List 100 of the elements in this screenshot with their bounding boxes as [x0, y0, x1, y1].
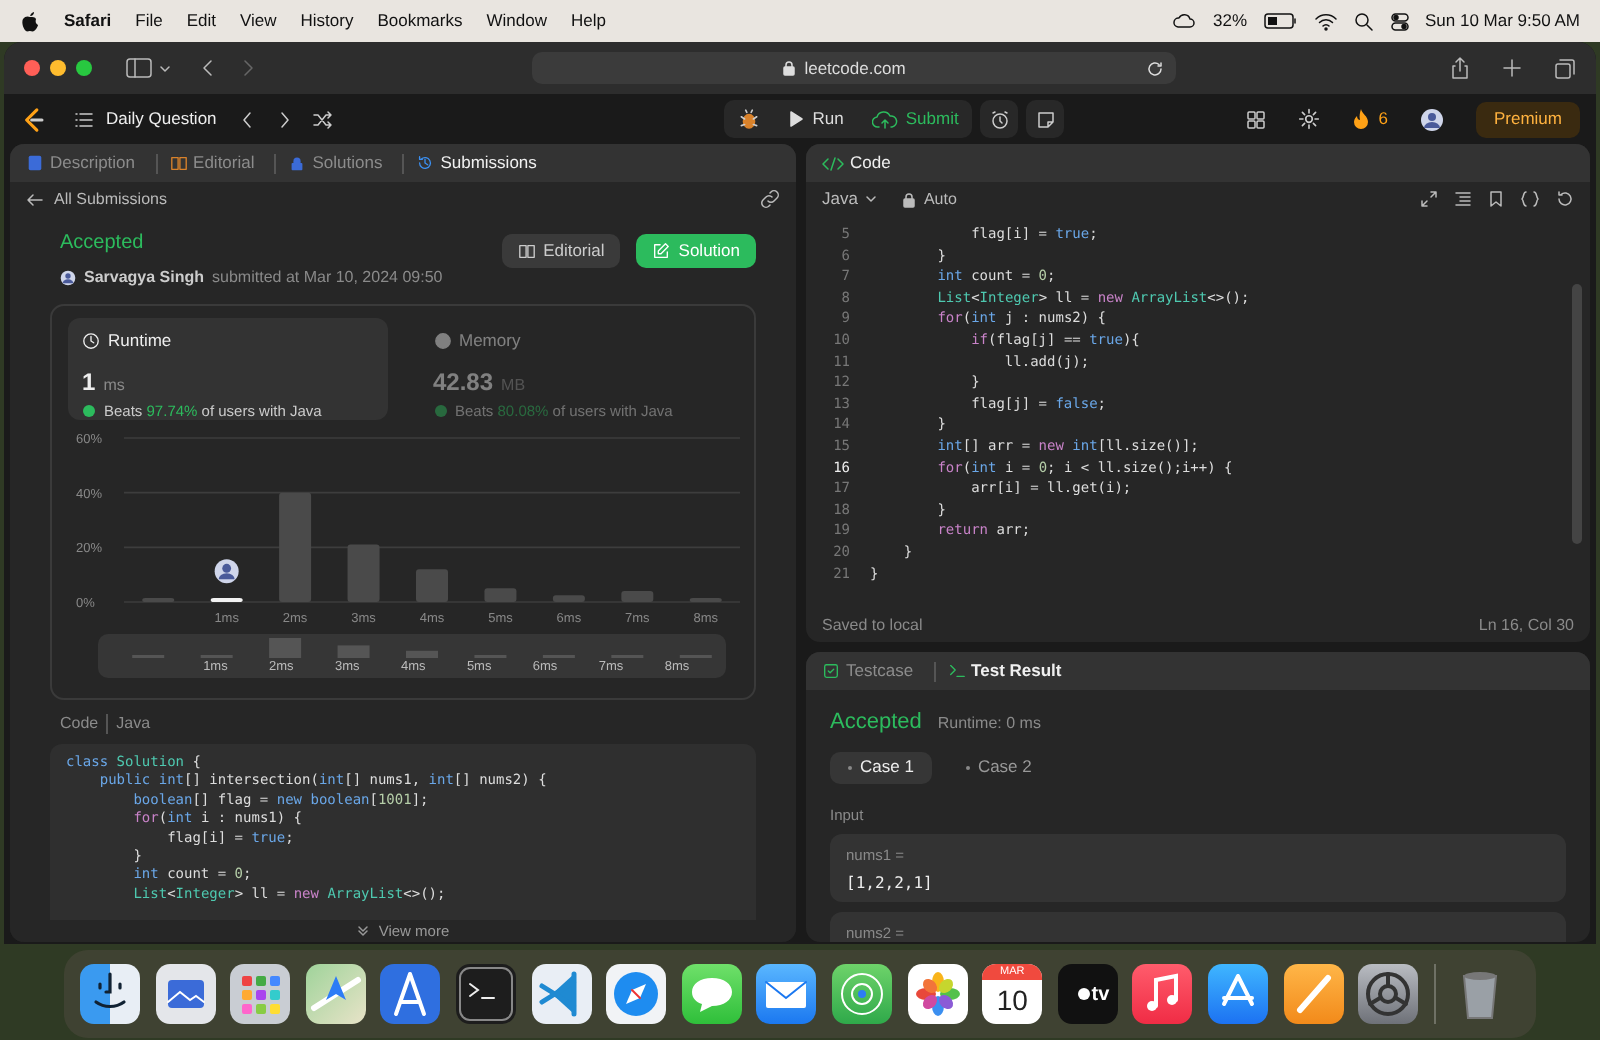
- minimize-window-button[interactable]: [50, 60, 66, 76]
- case-tab[interactable]: Case 2: [947, 751, 1050, 783]
- terminal-app-icon[interactable]: [455, 964, 516, 1024]
- previous-icon[interactable]: [240, 109, 255, 129]
- search-icon[interactable]: [1353, 11, 1373, 31]
- case-tab[interactable]: Case 1: [830, 751, 932, 783]
- shuffle-icon[interactable]: [312, 109, 335, 129]
- problem-list-link[interactable]: Daily Question: [106, 106, 217, 132]
- compass-app-icon[interactable]: [606, 964, 667, 1024]
- runtime-text: Runtime: 0 ms: [937, 712, 1041, 736]
- menu-item[interactable]: Help: [570, 8, 606, 34]
- scrollbar[interactable]: [1572, 284, 1582, 544]
- next-icon[interactable]: [278, 109, 293, 129]
- notes-button[interactable]: [1026, 100, 1065, 138]
- badge-icon: [82, 403, 96, 418]
- url-text: leetcode.com: [804, 55, 906, 81]
- avatar-icon: [60, 270, 76, 286]
- tabs-icon[interactable]: [1554, 57, 1576, 79]
- tv-app-icon[interactable]: tv: [1057, 964, 1118, 1024]
- tab[interactable]: Solutions: [288, 150, 391, 176]
- tab[interactable]: Submissions: [416, 150, 545, 176]
- reload-icon[interactable]: [1145, 59, 1163, 77]
- note-icon: [1035, 109, 1056, 129]
- submit-button[interactable]: Submit: [857, 100, 973, 138]
- reset-icon[interactable]: [1556, 190, 1574, 208]
- back-link[interactable]: All Submissions: [54, 187, 167, 211]
- pencil-app-icon[interactable]: [1283, 964, 1343, 1024]
- list-icon[interactable]: [74, 109, 94, 129]
- braces-icon[interactable]: [1520, 190, 1540, 208]
- cloud-icon: [1172, 12, 1197, 30]
- smiley-app-icon[interactable]: [80, 964, 140, 1024]
- tab[interactable]: Code: [822, 150, 899, 176]
- tab[interactable]: Testcase: [822, 658, 922, 684]
- envelope-app-icon[interactable]: [756, 964, 817, 1024]
- link-icon[interactable]: [760, 190, 780, 208]
- gear-app-icon[interactable]: [1358, 964, 1419, 1024]
- metric-value: 1: [82, 365, 96, 400]
- chevron-down-icon[interactable]: [158, 61, 172, 75]
- status-text: Accepted: [830, 708, 922, 738]
- lock-icon: [782, 60, 797, 76]
- book-icon: [517, 242, 536, 260]
- share-icon[interactable]: [1450, 56, 1470, 80]
- language-dropdown[interactable]: Java: [822, 186, 886, 212]
- music-note-app-icon[interactable]: [1132, 964, 1193, 1024]
- menu-item[interactable]: File: [135, 8, 163, 34]
- avatar-icon[interactable]: [1419, 107, 1444, 131]
- premium-button[interactable]: Premium: [1475, 101, 1580, 137]
- compass-drawing-app-icon[interactable]: [380, 964, 441, 1024]
- back-icon[interactable]: [200, 58, 216, 78]
- radar-app-icon[interactable]: [831, 964, 892, 1024]
- control-center-icon[interactable]: [1389, 11, 1409, 31]
- tab[interactable]: Test Result: [947, 658, 1070, 684]
- settings-icon[interactable]: [1298, 108, 1321, 130]
- tab[interactable]: Editorial: [169, 150, 263, 176]
- grid-app-icon[interactable]: [230, 964, 291, 1024]
- chat-bubble-app-icon[interactable]: [681, 964, 742, 1024]
- mode-label: Auto: [923, 187, 957, 211]
- menu-item[interactable]: Bookmarks: [377, 8, 463, 34]
- logo-icon[interactable]: [20, 105, 46, 133]
- fire-icon[interactable]: [1352, 108, 1371, 130]
- alarm-button[interactable]: [980, 100, 1019, 138]
- zoom-window-button[interactable]: [76, 60, 92, 76]
- flower-app-icon[interactable]: [907, 964, 968, 1024]
- bug-icon: [738, 108, 761, 130]
- format-icon[interactable]: [1454, 190, 1472, 208]
- address-bar[interactable]: leetcode.com: [531, 52, 1175, 84]
- editorial-button[interactable]: Editorial: [501, 234, 621, 268]
- cloud-upload-icon: [871, 109, 898, 129]
- menu-item[interactable]: View: [239, 8, 277, 34]
- forward-icon[interactable]: [240, 58, 256, 78]
- submission-time: submitted at Mar 10, 2024 09:50: [212, 266, 443, 290]
- metric-label: Runtime: [108, 328, 172, 354]
- code-label: Code: [60, 712, 99, 736]
- tab[interactable]: Description: [26, 150, 144, 176]
- plus-icon[interactable]: [1502, 58, 1522, 78]
- sidebar-icon[interactable]: [126, 58, 152, 78]
- menu-item[interactable]: History: [300, 8, 354, 34]
- chevron-down-icon: [356, 924, 371, 938]
- menu-item[interactable]: Edit: [186, 8, 216, 34]
- metric-value: 42.83: [433, 365, 494, 400]
- author-link[interactable]: Sarvagya Singh: [84, 266, 205, 290]
- checkbox-icon: [822, 662, 840, 680]
- photo-viewer-app-icon[interactable]: [155, 964, 216, 1024]
- back-arrow-icon[interactable]: [26, 191, 44, 207]
- close-window-button[interactable]: [24, 60, 40, 76]
- map-app-icon[interactable]: [305, 964, 366, 1024]
- app-store-icon[interactable]: [1207, 964, 1268, 1024]
- bookmark-icon[interactable]: [1488, 190, 1504, 208]
- menu-item[interactable]: Safari: [64, 8, 112, 34]
- expand-icon[interactable]: [1420, 190, 1438, 208]
- menu-item[interactable]: Window: [486, 8, 547, 34]
- run-button[interactable]: Run: [774, 100, 858, 138]
- status-text: Accepted: [60, 230, 146, 258]
- chip-icon: [433, 331, 451, 350]
- lock-icon: [901, 191, 916, 207]
- badge-icon: [433, 403, 447, 418]
- code-editor-app-icon[interactable]: [531, 964, 592, 1024]
- layout-icon[interactable]: [1246, 109, 1267, 129]
- terminal-icon: [947, 662, 966, 680]
- clock-icon: [82, 331, 100, 350]
